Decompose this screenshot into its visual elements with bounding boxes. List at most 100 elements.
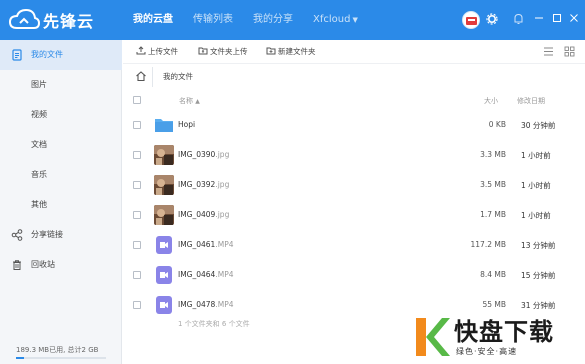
row-checkbox[interactable] (133, 271, 141, 279)
main-nav: 我的云盘 传输列表 我的分享 Xfcloud ▼ (133, 0, 378, 40)
file-name-base: Hopi (178, 120, 196, 129)
file-extension: .MP4 (215, 300, 234, 309)
sidebar-item-videos[interactable]: 视频 (0, 100, 122, 130)
column-header-name[interactable]: 名称 ▲ (179, 96, 200, 106)
file-size: 55 MB (482, 300, 506, 309)
select-all-checkbox[interactable] (133, 96, 141, 104)
upload-file-button[interactable]: 上传文件 (136, 45, 178, 59)
file-name[interactable]: IMG_0390.jpg (178, 150, 229, 159)
user-avatar[interactable] (462, 11, 480, 29)
file-modified-date: 13 分钟前 (521, 241, 556, 250)
file-modified-date: 15 分钟前 (521, 271, 556, 280)
nav-my-share[interactable]: 我的分享 (253, 0, 293, 40)
watermark: 快盘下载 绿色·安全·高速 (412, 310, 585, 364)
upload-file-label: 上传文件 (148, 47, 178, 56)
column-header-size[interactable]: 大小 (484, 96, 498, 106)
file-thumbnail (154, 205, 174, 225)
file-name[interactable]: IMG_0392.jpg (178, 180, 229, 189)
folder-upload-icon (198, 47, 208, 55)
upload-folder-button[interactable]: 文件夹上传 (198, 45, 248, 59)
file-name-base: IMG_0390 (178, 150, 216, 159)
table-row[interactable]: IMG_0390.jpg 3.3 MB 1 小时前 (123, 140, 585, 170)
row-checkbox[interactable] (133, 121, 141, 129)
row-checkbox[interactable] (133, 241, 141, 249)
sidebar-item-label: 音乐 (31, 170, 47, 179)
app-name: 先锋云 (43, 12, 95, 31)
row-checkbox[interactable] (133, 301, 141, 309)
file-extension: .jpg (215, 150, 230, 159)
sidebar-item-label: 回收站 (31, 260, 55, 269)
share-icon (11, 229, 23, 241)
file-size: 117.2 MB (470, 240, 506, 249)
file-name-base: IMG_0409 (178, 210, 216, 219)
sort-asc-icon: ▲ (195, 98, 200, 105)
table-row[interactable]: IMG_0409.jpg 1.7 MB 1 小时前 (123, 200, 585, 230)
top-bar: 先锋云 我的云盘 传输列表 我的分享 Xfcloud ▼ (0, 0, 585, 40)
column-header-date[interactable]: 修改日期 (517, 96, 545, 106)
nav-my-cloud[interactable]: 我的云盘 (133, 0, 173, 40)
file-name[interactable]: Hopi (178, 120, 195, 129)
cloud-logo-icon (8, 8, 40, 29)
sidebar-item-other[interactable]: 其他 (0, 190, 122, 220)
gear-icon[interactable] (485, 13, 499, 27)
home-icon[interactable] (135, 70, 147, 82)
sidebar-item-recycle-bin[interactable]: 回收站 (0, 250, 122, 280)
sidebar: 我的文件 图片 视频 文档 音乐 其他 分享链接 回收站 189.3 MB已用,… (0, 40, 122, 364)
nav-account-menu[interactable]: Xfcloud ▼ (313, 0, 358, 40)
maximize-icon[interactable] (550, 13, 564, 27)
list-view-icon[interactable] (543, 46, 554, 57)
close-icon[interactable] (567, 13, 581, 27)
avatar-image (466, 17, 477, 25)
row-checkbox[interactable] (133, 181, 141, 189)
file-thumbnail (154, 175, 174, 195)
table-header: 名称 ▲ 大小 修改日期 (123, 90, 585, 110)
row-checkbox[interactable] (133, 211, 141, 219)
table-row[interactable]: IMG_0461.MP4 117.2 MB 13 分钟前 (123, 230, 585, 260)
table-row[interactable]: Hopi 0 KB 30 分钟前 (123, 110, 585, 140)
nav-my-share-label: 我的分享 (253, 14, 293, 25)
nav-my-cloud-label: 我的云盘 (133, 14, 173, 25)
file-extension: .MP4 (215, 240, 234, 249)
file-name[interactable]: IMG_0461.MP4 (178, 240, 234, 249)
sidebar-item-label: 其他 (31, 200, 47, 209)
file-name[interactable]: IMG_0409.jpg (178, 210, 229, 219)
upload-icon (136, 46, 146, 55)
file-thumbnail (154, 145, 174, 165)
file-size: 1.7 MB (480, 210, 506, 219)
sidebar-item-music[interactable]: 音乐 (0, 160, 122, 190)
file-size: 3.3 MB (480, 150, 506, 159)
file-name[interactable]: IMG_0464.MP4 (178, 270, 234, 279)
file-modified-date: 30 分钟前 (521, 121, 556, 130)
sidebar-item-images[interactable]: 图片 (0, 70, 122, 100)
bell-icon[interactable] (511, 13, 525, 27)
row-checkbox[interactable] (133, 151, 141, 159)
grid-view-icon[interactable] (564, 46, 575, 57)
table-row[interactable]: IMG_0392.jpg 3.5 MB 1 小时前 (123, 170, 585, 200)
file-modified-date: 1 小时前 (521, 151, 551, 160)
breadcrumb-current[interactable]: 我的文件 (163, 71, 193, 82)
video-file-icon (156, 266, 172, 284)
video-file-icon (156, 236, 172, 254)
upload-folder-label: 文件夹上传 (210, 47, 248, 56)
minimize-icon[interactable] (532, 13, 546, 27)
file-thumbnail (154, 115, 174, 135)
sidebar-item-documents[interactable]: 文档 (0, 130, 122, 160)
nav-transfer-list[interactable]: 传输列表 (193, 0, 233, 40)
watermark-subtitle: 绿色·安全·高速 (456, 347, 518, 356)
sidebar-item-label: 我的文件 (31, 50, 63, 59)
breadcrumb-divider (152, 67, 153, 87)
file-icon (12, 49, 22, 61)
table-row[interactable]: IMG_0464.MP4 8.4 MB 15 分钟前 (123, 260, 585, 290)
storage-usage-fill (16, 357, 25, 359)
video-file-icon (156, 296, 172, 314)
file-thumbnail (154, 235, 174, 255)
storage-usage-text: 189.3 MB已用, 总计2 GB (16, 346, 99, 354)
sidebar-item-share-links[interactable]: 分享链接 (0, 220, 122, 250)
file-modified-date: 1 小时前 (521, 181, 551, 190)
file-name[interactable]: IMG_0478.MP4 (178, 300, 234, 309)
file-thumbnail (154, 265, 174, 285)
sidebar-item-my-files[interactable]: 我的文件 (0, 40, 122, 70)
chevron-down-icon: ▼ (352, 16, 358, 24)
sidebar-item-label: 文档 (31, 140, 47, 149)
new-folder-button[interactable]: 新建文件夹 (266, 45, 316, 59)
